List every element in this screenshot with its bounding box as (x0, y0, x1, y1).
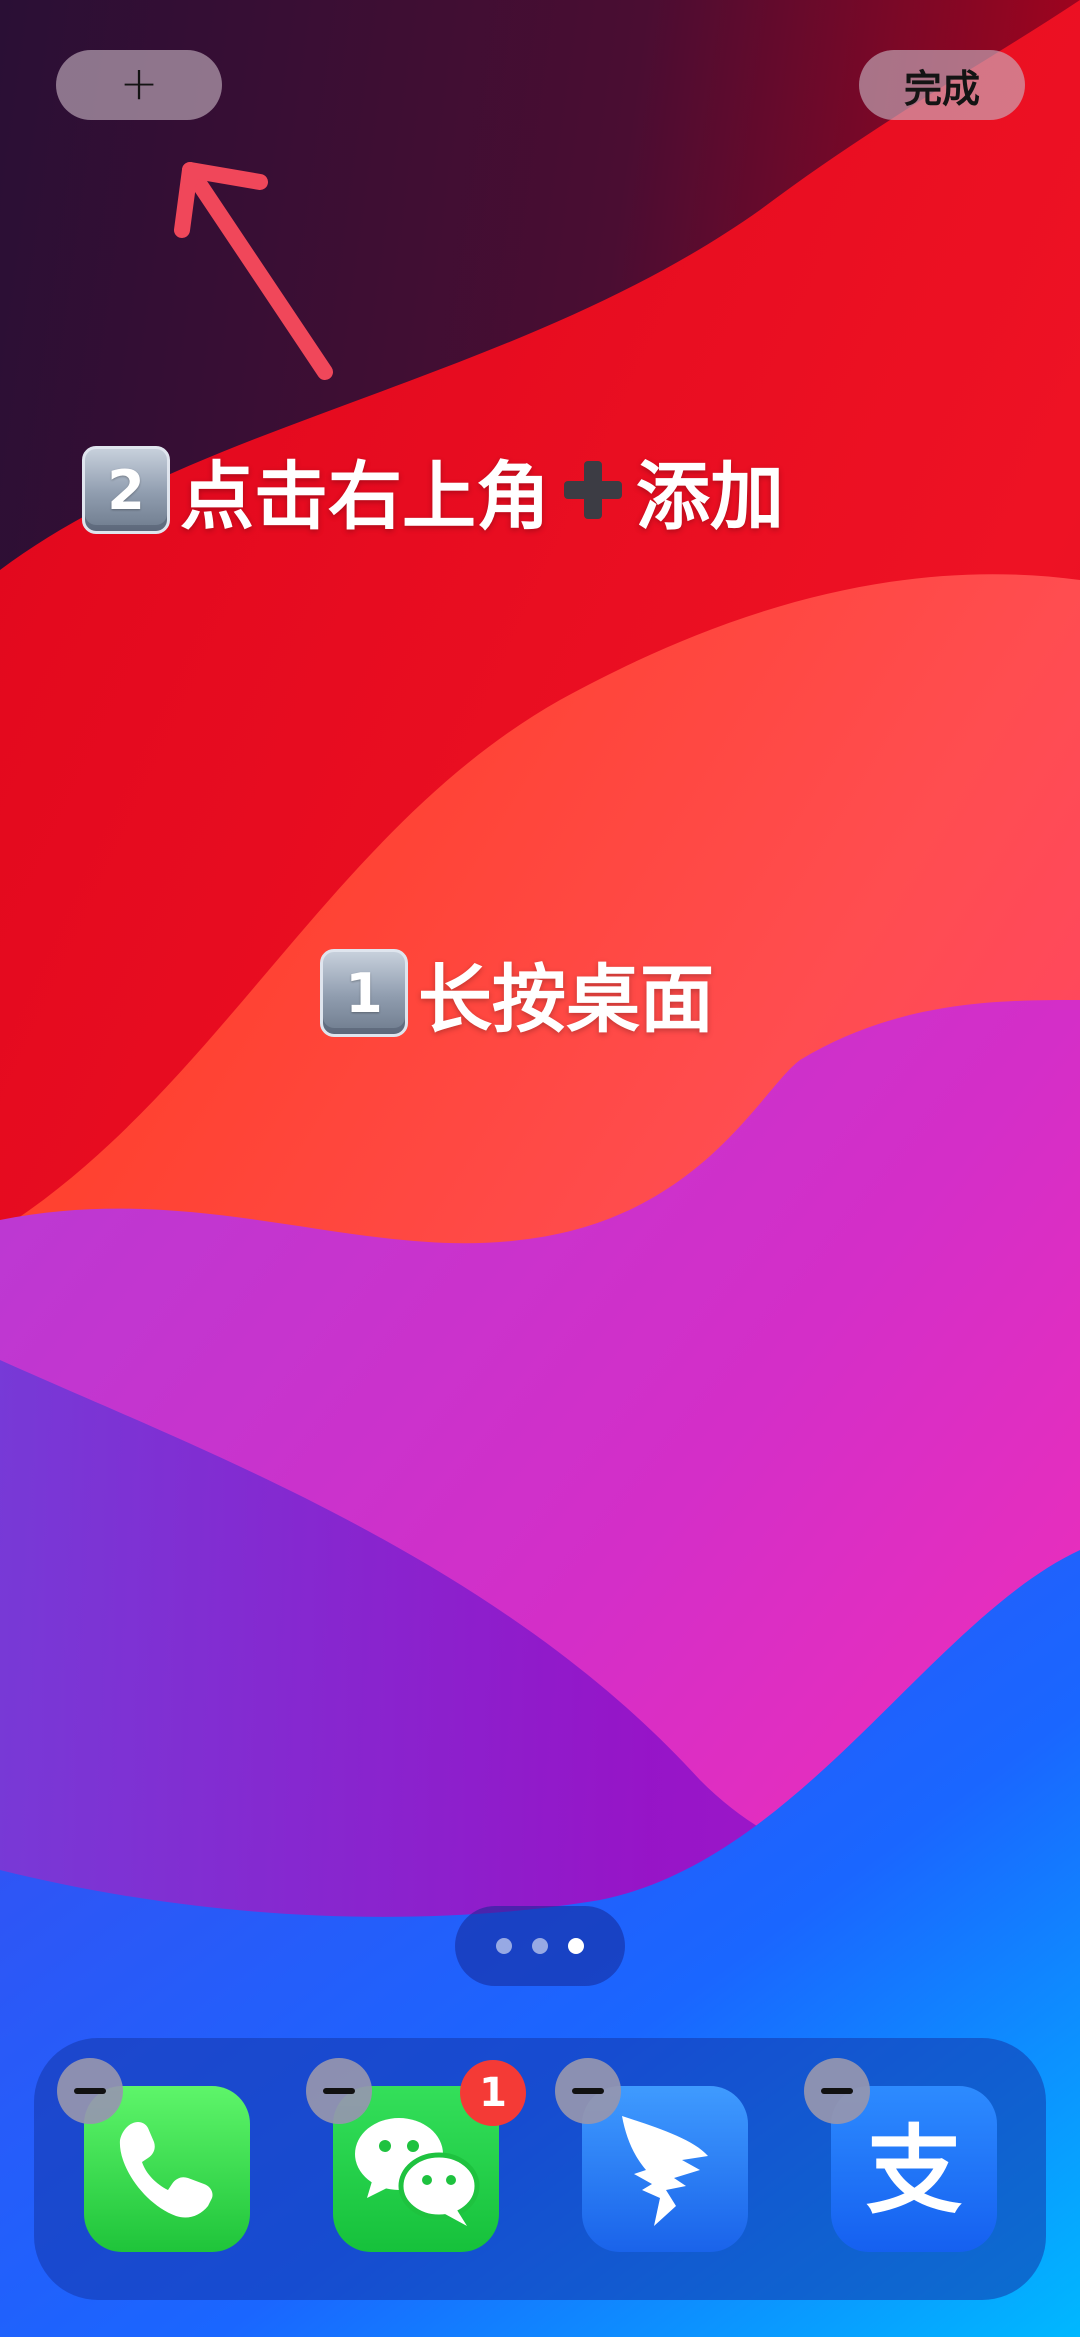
add-widget-button[interactable]: + (56, 50, 222, 120)
step-1-instruction: 1 长按桌面 (320, 943, 714, 1043)
step-1-text: 长按桌面 (418, 956, 714, 1043)
page-dot-active (568, 1938, 584, 1954)
page-indicator[interactable] (455, 1906, 625, 1986)
keycap-1-icon: 1 (320, 949, 408, 1037)
done-button[interactable]: 完成 (859, 50, 1025, 120)
page-dot (532, 1938, 548, 1954)
remove-app-button[interactable] (57, 2058, 123, 2124)
add-button-label: + (119, 56, 159, 110)
remove-app-button[interactable] (555, 2058, 621, 2124)
remove-app-button[interactable] (804, 2058, 870, 2124)
step-2-text-before: 点击右上角 (180, 453, 550, 540)
page-dot (496, 1938, 512, 1954)
remove-app-button[interactable] (306, 2058, 372, 2124)
step-2-instruction: 2 点击右上角 添加 (82, 440, 784, 540)
svg-text:支: 支 (866, 2115, 962, 2227)
heavy-plus-icon (558, 455, 628, 525)
notification-badge: 1 (460, 2060, 526, 2126)
home-screen[interactable]: + 完成 2 点击右上角 添加 1 长按桌面 支 1 (0, 0, 1080, 2337)
keycap-2-icon: 2 (82, 446, 170, 534)
pointer-arrow-icon (174, 162, 333, 380)
step-2-text-after: 添加 (636, 453, 784, 540)
